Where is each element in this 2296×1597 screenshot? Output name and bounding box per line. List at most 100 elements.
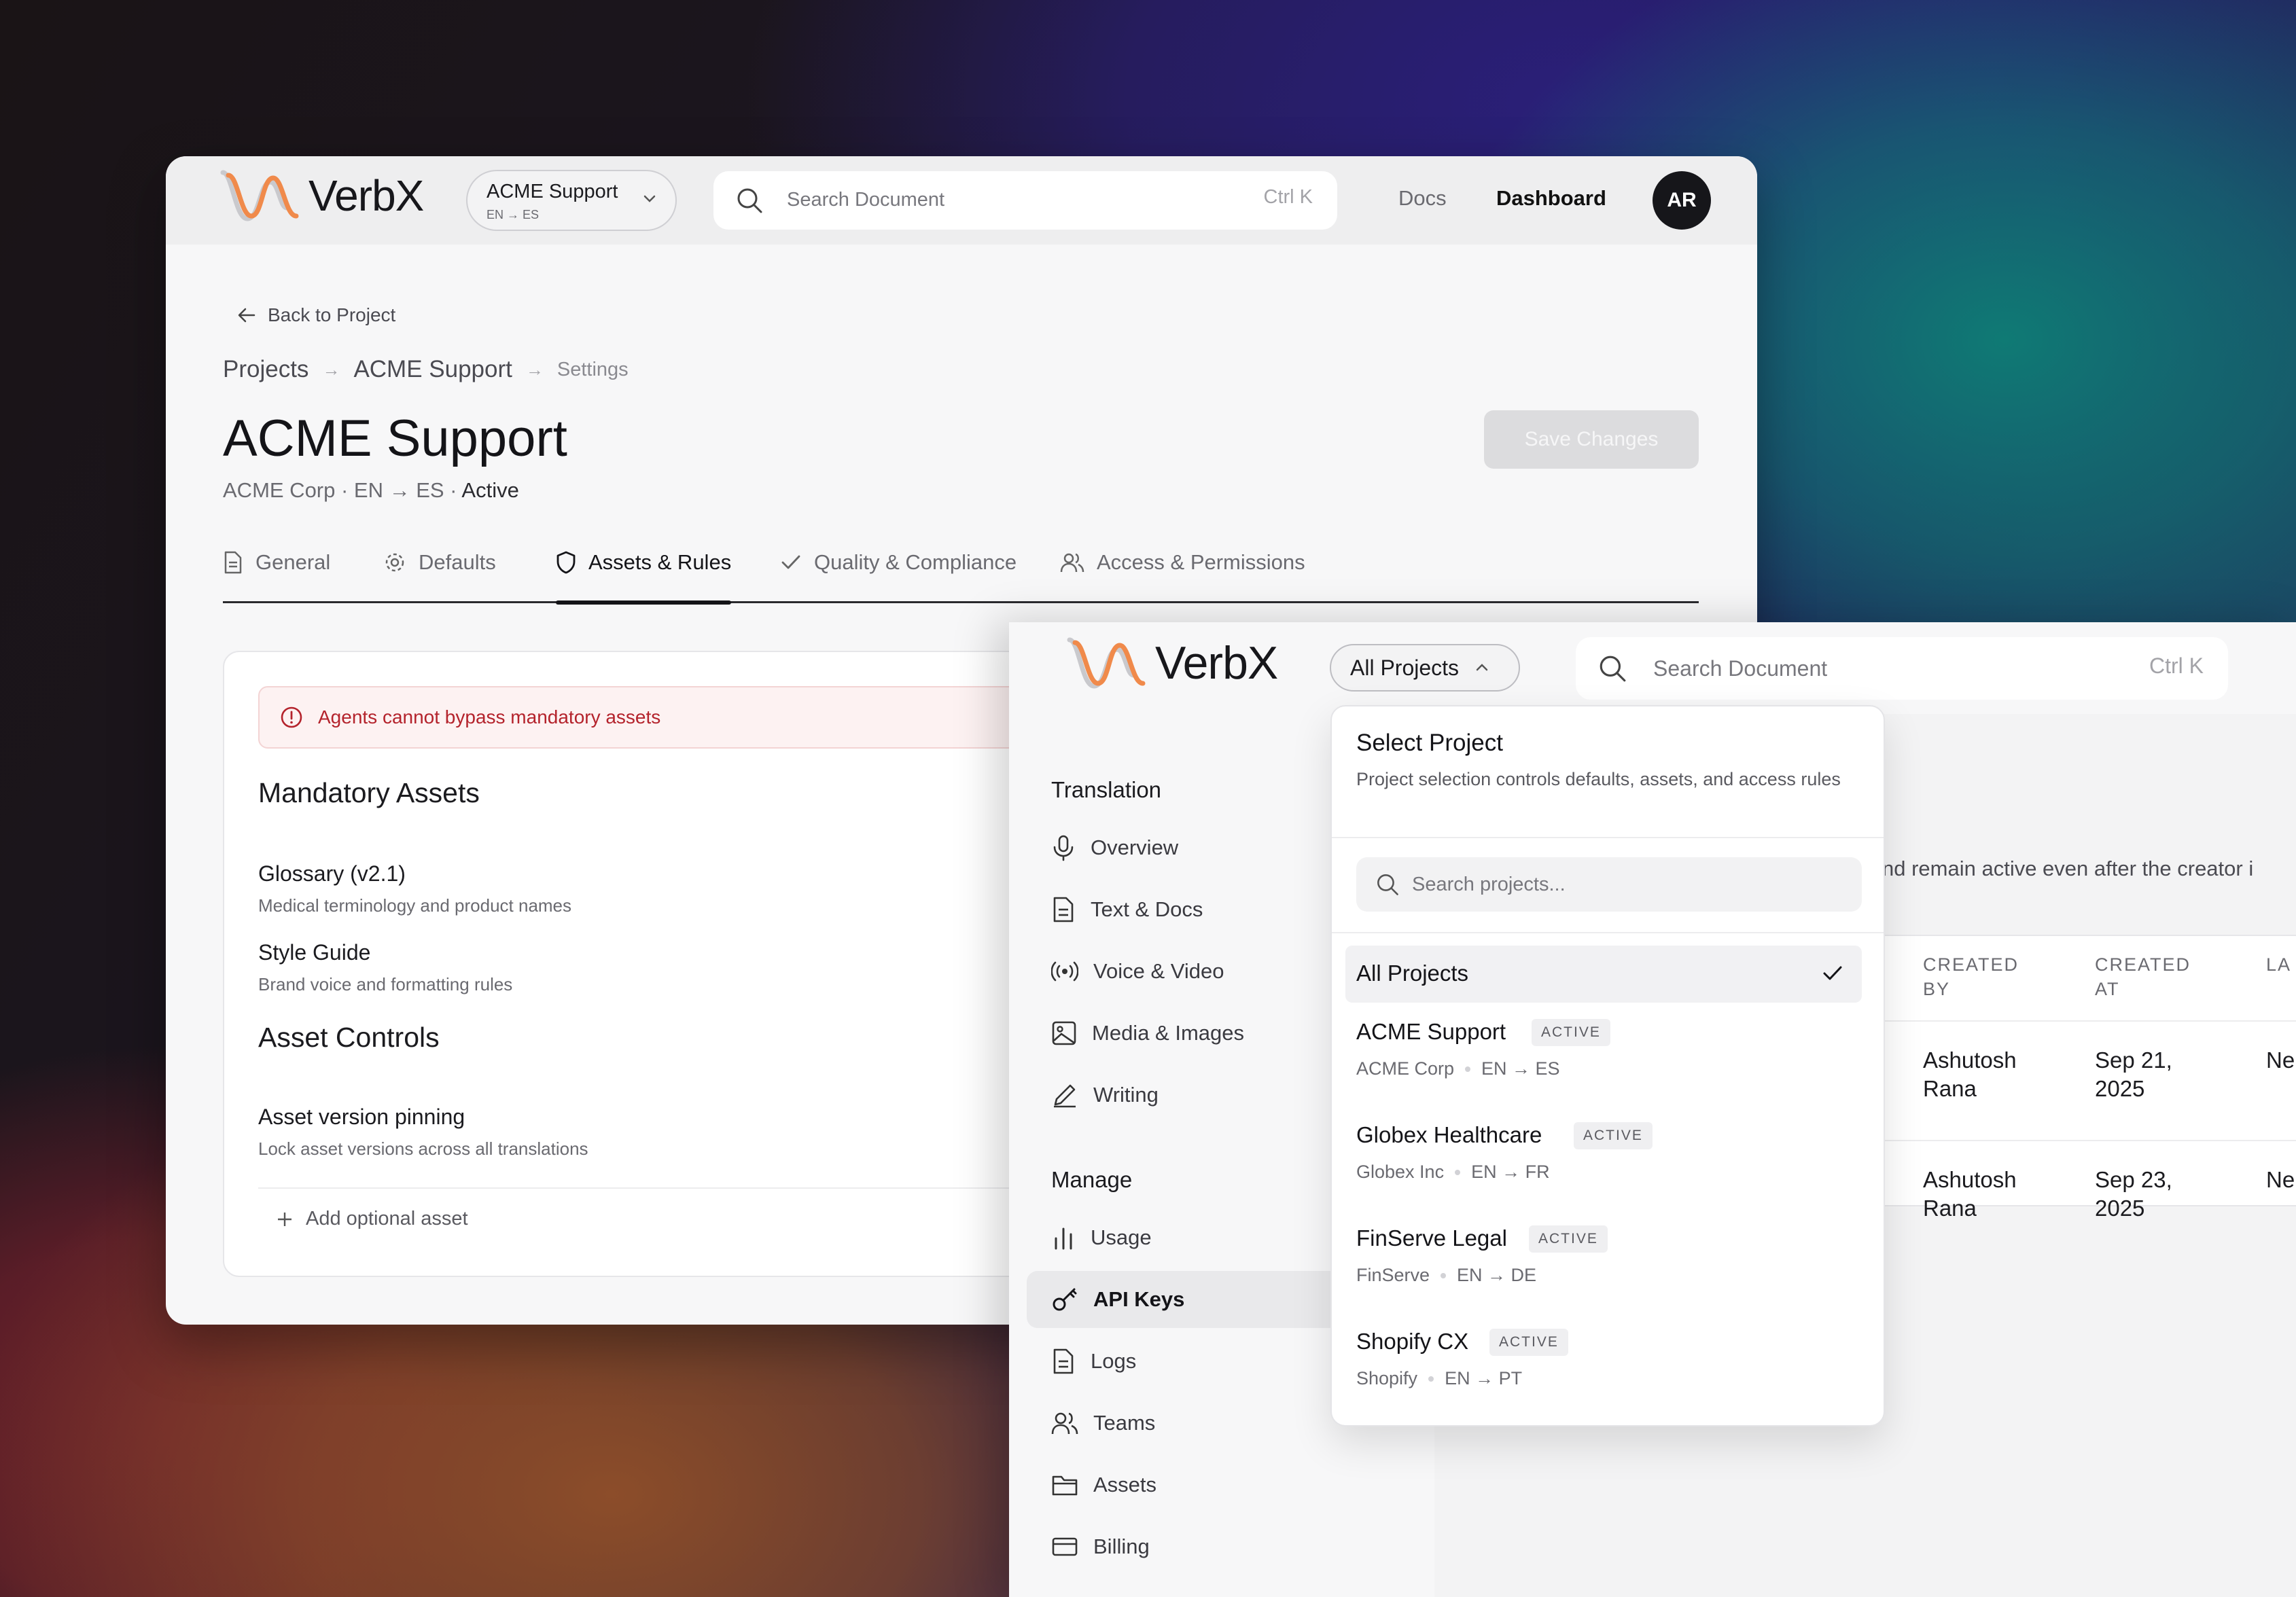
gear-icon: [385, 553, 404, 572]
check-icon: [781, 555, 800, 569]
sidebar-item-label: Assets: [1093, 1473, 1157, 1496]
search-icon: [737, 188, 762, 213]
cell-line: Rana: [1923, 1076, 1977, 1101]
project-org: ACME Corp: [1356, 1058, 1455, 1079]
sidebar-item-billing[interactable]: Billing: [1051, 1518, 1418, 1575]
document-icon: [1053, 897, 1074, 922]
tab-label: Assets & Rules: [588, 550, 732, 574]
broadcast-icon: [1051, 961, 1078, 982]
search-icon: [1600, 656, 1626, 682]
project-langs: EN → FR: [1471, 1162, 1550, 1182]
sidebar-item-label: Teams: [1093, 1411, 1156, 1435]
cell-line: 2025: [2095, 1196, 2145, 1221]
nav-dashboard-link[interactable]: Dashboard: [1496, 186, 1606, 211]
asset-controls-heading: Asset Controls: [258, 1022, 440, 1053]
tab-general[interactable]: General: [223, 550, 330, 575]
pen-icon: [1054, 1084, 1076, 1108]
header-line: AT: [2095, 979, 2120, 999]
divider: [1332, 837, 1884, 838]
project-switcher[interactable]: All Projects: [1330, 644, 1520, 692]
cell-created-by: Ashutosh Rana: [1923, 1046, 2017, 1103]
cell-line: Ashutosh: [1923, 1047, 2017, 1073]
project-meta: Shopify EN → PT: [1356, 1368, 1522, 1389]
search-placeholder: Search Document: [787, 189, 945, 211]
project-org: FinServe: [1356, 1265, 1430, 1285]
sidebar-item-label: Text & Docs: [1091, 897, 1203, 921]
logo-wordmark: VerbX: [1155, 637, 1278, 689]
sidebar-item-assets[interactable]: Assets: [1051, 1456, 1418, 1513]
cell-line: Rana: [1923, 1196, 1977, 1221]
microphone-icon: [1053, 835, 1074, 861]
project-subtitle: ACME Corp · EN → ES · Active: [223, 478, 519, 503]
sidebar-item-label: Billing: [1093, 1535, 1150, 1558]
verbx-logo[interactable]: VerbX: [220, 168, 424, 223]
plus-icon: [278, 1212, 292, 1226]
back-to-project-link[interactable]: Back to Project: [236, 304, 395, 326]
card-icon: [1052, 1537, 1078, 1556]
breadcrumb: Projects → ACME Support → Settings: [223, 356, 629, 383]
sidebar-item-label: Usage: [1091, 1225, 1152, 1249]
control-title: Asset version pinning: [258, 1105, 465, 1129]
search-input[interactable]: Search Document Ctrl K: [713, 171, 1337, 230]
tab-defaults[interactable]: Defaults: [383, 550, 496, 575]
search-icon: [1377, 874, 1398, 895]
cell-line: Sep 21,: [2095, 1047, 2172, 1073]
cell-line: Ashutosh: [1923, 1167, 2017, 1192]
chevron-up-icon: [1476, 664, 1488, 671]
control-description: Lock asset versions across all translati…: [258, 1138, 588, 1159]
option-all-projects[interactable]: All Projects: [1345, 946, 1862, 1003]
nav-docs-link[interactable]: Docs: [1398, 186, 1447, 211]
column-header-last: LA: [2266, 954, 2292, 975]
key-icon: [1053, 1288, 1077, 1311]
content-description: nd remain active even after the creator …: [1882, 857, 2254, 880]
project-name: ACME Support: [1356, 1019, 1506, 1044]
top-bar: VerbX ACME Support EN → ES Search Docume…: [166, 156, 1757, 245]
project-langs: EN → PT: [1445, 1368, 1523, 1388]
option-label: All Projects: [1356, 961, 1469, 986]
page-title: ACME Support: [223, 410, 567, 467]
divider: [1332, 932, 1884, 933]
separator-dot: [1455, 1169, 1461, 1175]
sidebar-item-label: API Keys: [1093, 1287, 1185, 1311]
users-icon: [1051, 1412, 1078, 1435]
search-shortcut: Ctrl K: [2149, 653, 2204, 678]
tab-assets-rules[interactable]: Assets & Rules: [556, 550, 732, 605]
breadcrumb-separator: →: [525, 359, 544, 380]
user-avatar[interactable]: AR: [1653, 171, 1711, 230]
status-badge: ACTIVE: [1489, 1329, 1568, 1356]
separator-dot: [1465, 1066, 1471, 1072]
arrow-left-icon: [238, 308, 255, 323]
sidebar-section-translation: Translation: [1051, 777, 1162, 802]
breadcrumb-project[interactable]: ACME Support: [353, 356, 512, 383]
asset-title: Glossary (v2.1): [258, 861, 406, 886]
status-badge: ACTIVE: [1532, 1019, 1610, 1046]
project-langs: EN → DE: [1457, 1265, 1537, 1285]
cell-line: 2025: [2095, 1076, 2145, 1101]
shield-icon: [557, 551, 576, 574]
logo-wordmark: VerbX: [308, 171, 424, 220]
project-meta: Globex Inc EN → FR: [1356, 1162, 1550, 1183]
image-icon: [1052, 1021, 1076, 1045]
asset-description: Brand voice and formatting rules: [258, 974, 513, 994]
header-line: BY: [1923, 979, 1951, 999]
project-search-input[interactable]: Search projects...: [1356, 857, 1862, 912]
verbx-logo[interactable]: VerbX: [1067, 636, 1278, 690]
check-icon: [1823, 966, 1842, 980]
project-switcher-name: ACME Support: [487, 181, 618, 202]
add-optional-label: Add optional asset: [306, 1208, 468, 1230]
breadcrumb-projects[interactable]: Projects: [223, 356, 308, 383]
tab-access-permissions[interactable]: Access & Permissions: [1060, 550, 1305, 575]
search-placeholder: Search Document: [1653, 656, 1828, 681]
add-optional-asset-button[interactable]: Add optional asset: [276, 1208, 468, 1230]
search-input[interactable]: Search Document Ctrl K: [1576, 637, 2228, 700]
tab-label: General: [255, 550, 331, 574]
column-header-created-by: CREATED BY: [1923, 952, 2019, 1001]
save-changes-button[interactable]: Save Changes: [1484, 410, 1699, 469]
project-org: Globex Inc: [1356, 1162, 1445, 1182]
back-link-label: Back to Project: [268, 304, 396, 325]
sidebar-item-label: Voice & Video: [1093, 959, 1224, 983]
separator-dot: [1441, 1272, 1447, 1278]
tab-quality-compliance[interactable]: Quality & Compliance: [780, 550, 1017, 575]
project-switcher[interactable]: ACME Support EN → ES: [466, 170, 677, 231]
cell-last: Ne: [2266, 1047, 2295, 1073]
